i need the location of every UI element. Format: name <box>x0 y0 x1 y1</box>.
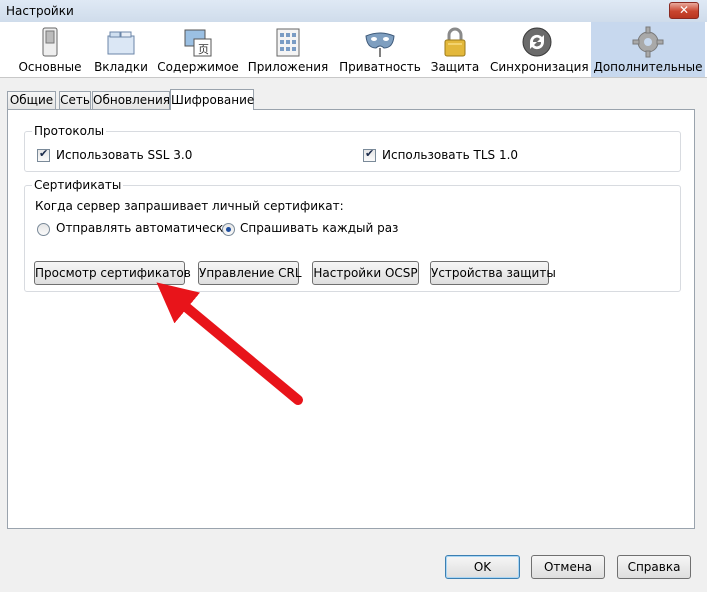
padlock-icon <box>444 27 466 57</box>
ssl-label[interactable]: Использовать SSL 3.0 <box>56 148 192 162</box>
toolbar-label: Дополнительные <box>593 60 703 74</box>
security-devices-button[interactable]: Устройства защиты <box>430 261 556 285</box>
encryption-panel: Протоколы Использовать SSL 3.0 Использов… <box>7 109 695 529</box>
tab-network[interactable]: Сеть <box>59 91 91 109</box>
switch-icon <box>42 27 58 57</box>
toolbar-label: Вкладки <box>94 60 148 74</box>
toolbar-label: Защита <box>430 60 480 74</box>
certificates-legend: Сертификаты <box>32 178 124 192</box>
auto-send-label[interactable]: Отправлять автоматически <box>56 221 231 235</box>
ask-every-time-label[interactable]: Спрашивать каждый раз <box>240 221 398 235</box>
toolbar-item-content[interactable]: 页 Содержимое <box>157 22 239 77</box>
applications-icon <box>276 28 300 57</box>
sync-icon <box>522 27 552 57</box>
certificates-group: Сертификаты Когда сервер запрашивает лич… <box>24 178 681 292</box>
svg-text:页: 页 <box>198 43 209 56</box>
tls-checkbox[interactable] <box>363 147 376 162</box>
protocols-group: Протоколы Использовать SSL 3.0 Использов… <box>24 124 681 172</box>
toolbar-label: Основные <box>18 60 82 74</box>
toolbar-item-sync[interactable]: Синхронизация <box>490 22 589 77</box>
close-button[interactable]: ✕ <box>669 2 699 19</box>
content-icon: 页 <box>184 29 212 57</box>
mask-icon <box>365 32 395 57</box>
toolbar-item-general[interactable]: Основные <box>10 22 90 77</box>
ok-button[interactable]: OK <box>445 555 520 579</box>
cancel-button[interactable]: Отмена <box>531 555 605 579</box>
window-title: Настройки <box>6 4 74 18</box>
auto-send-radio[interactable] <box>37 223 50 236</box>
title-bar: Настройки ✕ <box>0 0 707 23</box>
tabs-icon <box>107 31 135 55</box>
ocsp-settings-button[interactable]: Настройки OCSP <box>312 261 419 285</box>
toolbar-label: Приложения <box>247 60 329 74</box>
red-arrow-annotation <box>156 282 303 405</box>
certificate-question: Когда сервер запрашивает личный сертифик… <box>35 199 344 213</box>
toolbar-label: Приватность <box>339 60 421 74</box>
protocols-legend: Протоколы <box>32 124 107 138</box>
toolbar-item-advanced[interactable]: Дополнительные <box>591 22 705 77</box>
toolbar-label: Содержимое <box>157 60 239 74</box>
toolbar-label: Синхронизация <box>490 60 589 74</box>
toolbar-item-security[interactable]: Защита <box>428 22 482 77</box>
preferences-toolbar: Основные Вкладки 页 Содержимое Приложения… <box>0 22 707 78</box>
ssl-checkbox[interactable] <box>37 147 50 162</box>
tab-general[interactable]: Общие <box>7 91 56 109</box>
tab-encryption[interactable]: Шифрование <box>170 89 254 110</box>
toolbar-item-applications[interactable]: Приложения <box>247 22 329 77</box>
tab-updates[interactable]: Обновления <box>92 91 170 109</box>
help-button[interactable]: Справка <box>617 555 691 579</box>
toolbar-item-privacy[interactable]: Приватность <box>338 22 422 77</box>
ask-every-time-radio[interactable] <box>222 223 235 236</box>
gear-icon <box>632 26 664 58</box>
tls-label[interactable]: Использовать TLS 1.0 <box>382 148 518 162</box>
toolbar-item-tabs[interactable]: Вкладки <box>92 22 150 77</box>
